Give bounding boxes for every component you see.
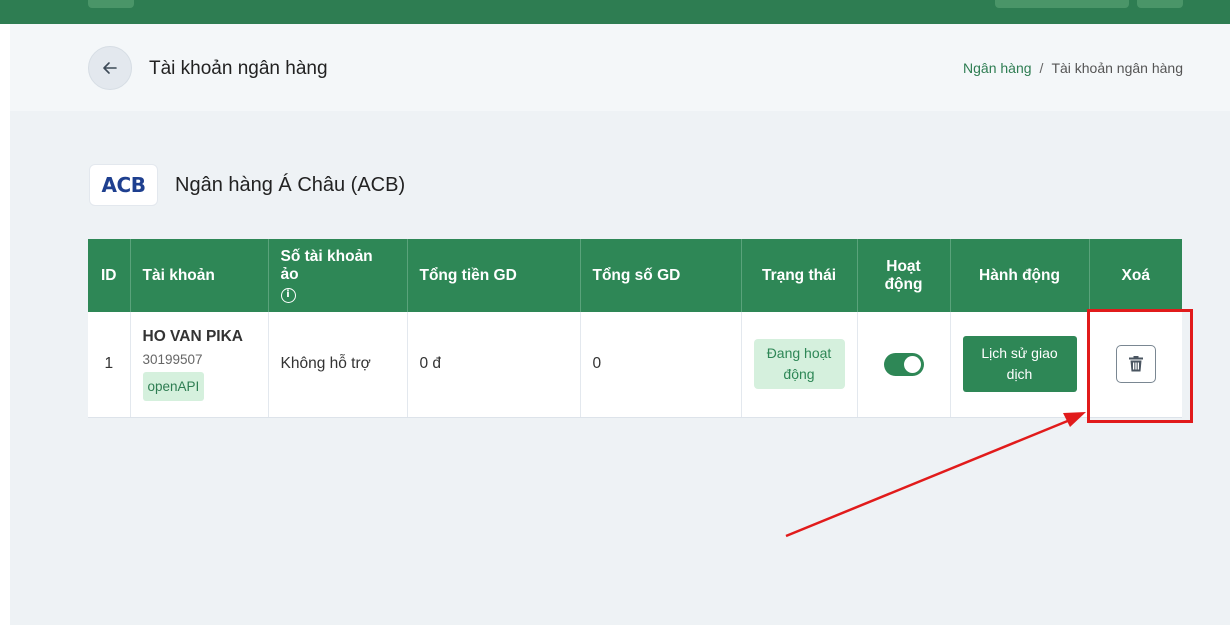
navbar-button-stub[interactable] [1137, 0, 1183, 8]
column-header-action: Hành động [950, 239, 1090, 312]
status-badge: Đang hoạt động [753, 339, 845, 390]
bank-logo: ACB [89, 164, 158, 206]
cell-account: HO VAN PIKA 30199507 openAPI [130, 312, 269, 418]
account-tag-badge: openAPI [142, 371, 205, 401]
annotation-highlight-box [1087, 309, 1193, 423]
breadcrumb-link-bank[interactable]: Ngân hàng [963, 60, 1032, 76]
cell-total-count: 0 [580, 312, 742, 418]
cell-active [857, 312, 951, 418]
navbar-button-stub[interactable] [995, 0, 1129, 8]
table-header-row: ID Tài khoản Số tài khoản ảo i Tổng tiền… [88, 239, 1182, 312]
account-name: HO VAN PIKA [142, 327, 243, 345]
breadcrumb: Ngân hàng / Tài khoản ngân hàng [963, 60, 1183, 76]
page-content: Tài khoản ngân hàng Ngân hàng / Tài khoả… [10, 24, 1230, 625]
breadcrumb-separator: / [1039, 60, 1044, 76]
column-header-status: Trạng thái [741, 239, 858, 312]
column-header-active: Hoạt động [857, 239, 951, 312]
arrow-left-icon [103, 62, 117, 74]
column-header-account: Tài khoản [130, 239, 269, 312]
top-navbar [0, 0, 1230, 24]
back-button[interactable] [88, 46, 132, 90]
cell-action: Lịch sử giao dịch [950, 312, 1090, 418]
active-toggle[interactable] [883, 352, 924, 376]
transaction-history-button[interactable]: Lịch sử giao dịch [962, 336, 1077, 393]
column-header-total-count: Tổng số GD [580, 239, 742, 312]
breadcrumb-current: Tài khoản ngân hàng [1051, 60, 1183, 76]
column-header-id: ID [88, 239, 131, 312]
cell-id: 1 [88, 312, 131, 418]
cell-total-amount: 0 đ [407, 312, 581, 418]
column-header-virtual-account-label: Số tài khoản ảo [280, 248, 373, 283]
column-header-virtual-account: Số tài khoản ảo i [268, 239, 408, 312]
cell-status: Đang hoạt động [741, 312, 858, 418]
table-row: 1 HO VAN PIKA 30199507 openAPI Không hỗ … [88, 312, 1182, 418]
cell-virtual-account: Không hỗ trợ [268, 312, 408, 418]
toggle-knob [903, 355, 921, 373]
info-icon[interactable]: i [280, 288, 296, 303]
bank-name: Ngân hàng Á Châu (ACB) [175, 174, 406, 196]
navbar-button-stub[interactable] [88, 0, 134, 8]
column-header-total-amount: Tổng tiền GD [407, 239, 581, 312]
bank-logo-text: ACB [101, 173, 146, 197]
page-title: Tài khoản ngân hàng [149, 58, 328, 79]
column-header-delete: Xoá [1089, 239, 1182, 312]
bank-accounts-table: ID Tài khoản Số tài khoản ảo i Tổng tiền… [88, 239, 1182, 418]
account-number: 30199507 [142, 351, 203, 367]
page-header: Tài khoản ngân hàng Ngân hàng / Tài khoả… [10, 24, 1230, 111]
